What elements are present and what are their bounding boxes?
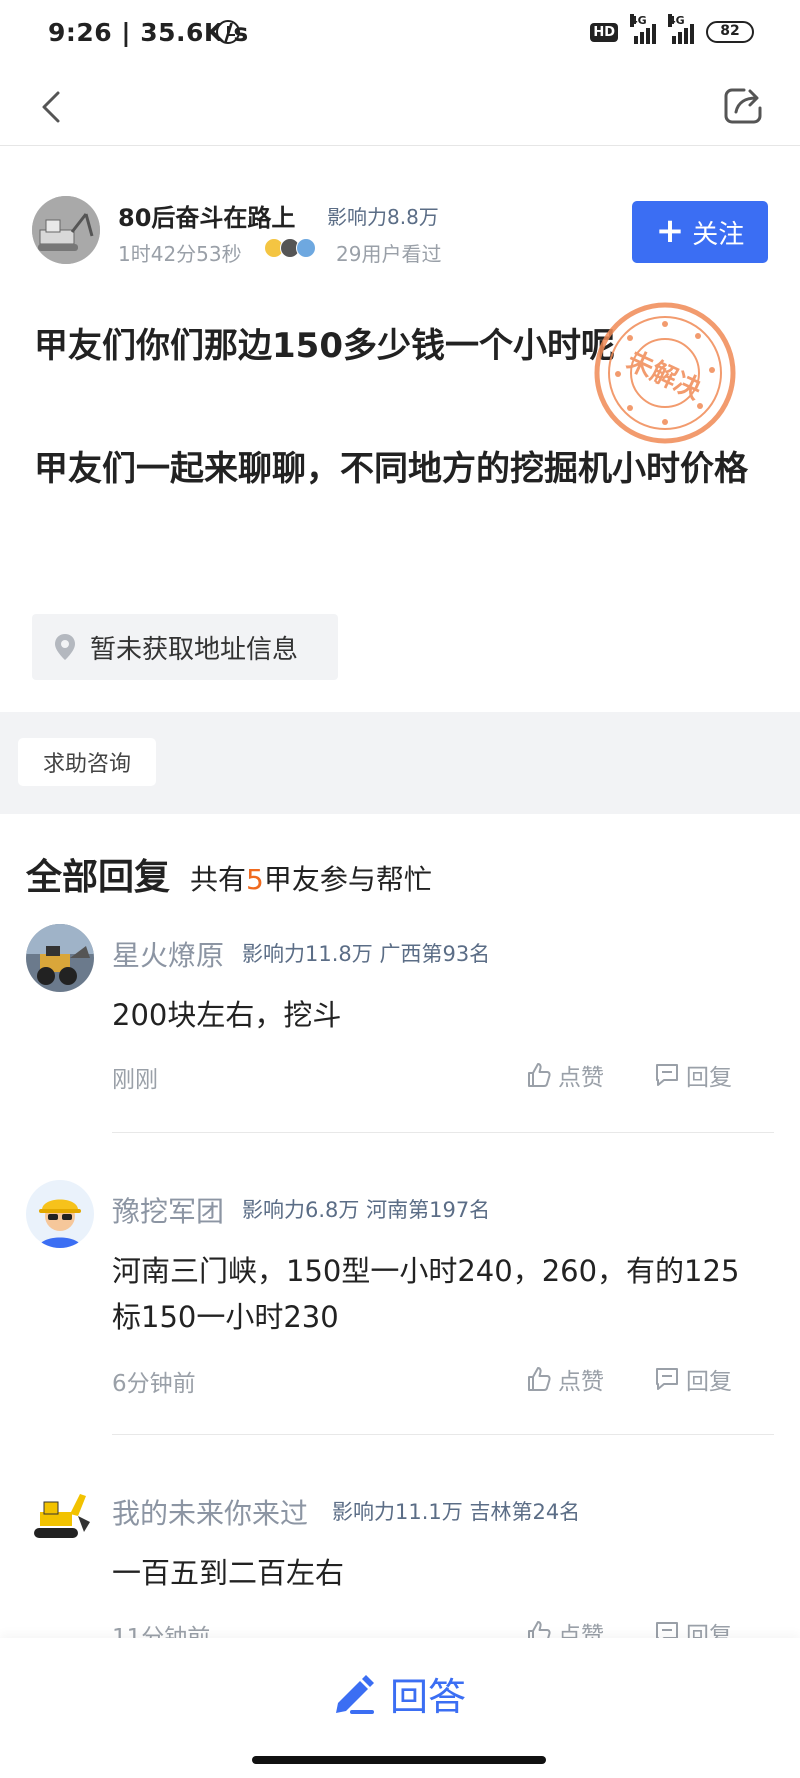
count-prefix: 共有 [190, 863, 247, 896]
unresolved-stamp-icon: 未解决 [594, 302, 736, 444]
hd-badge: HD [590, 22, 618, 42]
plus-icon: + [655, 210, 685, 251]
reply-time: 刚刚 [112, 1067, 158, 1093]
location-pin-icon [55, 634, 75, 660]
reply-button[interactable]: 回复 [654, 1058, 732, 1092]
viewed-count: 29用户看过 [336, 242, 442, 266]
reply-time: 6分钟前 [112, 1371, 196, 1397]
home-indicator [252, 1756, 546, 1764]
replies-header: 全部回复 共有5甲友参与帮忙 [26, 848, 432, 900]
reply-user-name[interactable]: 我的未来你来过 [112, 1492, 308, 1532]
location-text: 暂未获取地址信息 [90, 634, 299, 665]
signal-icon-2: 4G [668, 14, 694, 44]
battery-icon: 82 [706, 21, 754, 43]
reply-item: 豫挖军团 影响力6.8万 河南第197名 河南三门峡，150型一小时240，26… [26, 1180, 776, 1397]
replies-title: 全部回复 [26, 857, 171, 898]
reply-user-name[interactable]: 豫挖军团 [112, 1190, 224, 1230]
author-avatar[interactable] [32, 196, 100, 264]
answer-label: 回答 [390, 1675, 467, 1719]
count-suffix: 甲友参与帮忙 [263, 863, 432, 896]
reply-item: 我的未来你来过 影响力11.1万 吉林第24名 一百五到二百左右 11分钟前 点… [26, 1482, 776, 1652]
reply-user-meta: 影响力11.8万 广西第93名 [242, 938, 490, 968]
tag-chip[interactable]: 求助咨询 [18, 738, 156, 786]
reply-avatar[interactable] [26, 1180, 94, 1248]
reply-influence: 影响力6.8万 [242, 1198, 360, 1222]
author-name[interactable]: 80后奋斗在路上 [118, 198, 295, 233]
bottom-bar: 回答 [0, 1638, 800, 1778]
share-icon[interactable] [720, 82, 766, 128]
thumbs-up-icon [528, 1063, 551, 1087]
thumbs-up-icon [528, 1367, 551, 1391]
follow-label: 关注 [692, 219, 745, 250]
like-button[interactable]: 点赞 [526, 1058, 604, 1092]
reply-user-name[interactable]: 星火燎原 [112, 934, 224, 974]
replies-count: 共有5甲友参与帮忙 [190, 858, 432, 898]
divider [112, 1434, 774, 1435]
author-row: 80后奋斗在路上 影响力8.8万 1时42分53秒 29用户看过 + 关注 [32, 196, 768, 274]
viewer-avatars [264, 238, 316, 258]
reply-item: 星火燎原 影响力11.8万 广西第93名 200块左右，挖斗 刚刚 点赞 回复 [26, 924, 776, 1093]
like-label: 点赞 [558, 1065, 604, 1091]
alarm-icon [216, 20, 240, 44]
reply-label: 回复 [686, 1369, 732, 1395]
reply-user-meta: 影响力6.8万 河南第197名 [242, 1194, 490, 1224]
loader-photo-icon [26, 924, 94, 992]
count-number: 5 [246, 863, 264, 896]
reply-influence: 影响力11.8万 [242, 942, 373, 966]
question-body: 甲友们一起来聊聊，不同地方的挖掘机小时价格 [34, 449, 748, 489]
status-bar: 9:26 | 35.6K/s HD 4G 4G 82 [0, 0, 800, 68]
follow-button[interactable]: + 关注 [632, 201, 768, 263]
reply-user-meta: 影响力11.1万 吉林第24名 [332, 1496, 580, 1526]
status-icons: HD 4G 4G 82 [590, 14, 754, 44]
signal-icon-1: 4G [630, 14, 656, 44]
excavator-sketch-icon [32, 196, 100, 264]
excavator-avatar-icon [26, 1482, 94, 1550]
reply-rank: 吉林第24名 [469, 1500, 581, 1524]
reply-text: 一百五到二百左右 [112, 1556, 345, 1590]
network-label-1: 4G [630, 14, 647, 27]
like-button[interactable]: 点赞 [526, 1362, 604, 1396]
edit-pen-icon [336, 1674, 374, 1714]
reply-avatar[interactable] [26, 1482, 94, 1550]
reply-text: 河南三门峡，150型一小时240，260，有的125标150一小时230 [112, 1254, 740, 1334]
network-label-2: 4G [668, 14, 685, 27]
reply-text: 200块左右，挖斗 [112, 998, 342, 1032]
divider [112, 1132, 774, 1133]
reply-avatar[interactable] [26, 924, 94, 992]
viewer-avatar [296, 238, 316, 258]
reply-rank: 广西第93名 [379, 942, 491, 966]
like-label: 点赞 [558, 1369, 604, 1395]
author-influence: 影响力8.8万 [327, 205, 439, 229]
comment-icon [656, 1064, 678, 1086]
tag-section: 求助咨询 [0, 712, 800, 814]
answer-button[interactable]: 回答 [330, 1666, 466, 1721]
reply-influence: 影响力11.1万 [332, 1500, 463, 1524]
reply-button[interactable]: 回复 [654, 1362, 732, 1396]
location-chip[interactable]: 暂未获取地址信息 [32, 614, 338, 680]
comment-icon [656, 1368, 678, 1390]
nav-bar [0, 68, 800, 146]
elapsed-time: 1时42分53秒 [118, 242, 242, 266]
reply-rank: 河南第197名 [366, 1198, 491, 1222]
reply-label: 回复 [686, 1065, 732, 1091]
back-arrow-icon[interactable] [36, 90, 70, 124]
worker-avatar-icon [26, 1180, 94, 1248]
